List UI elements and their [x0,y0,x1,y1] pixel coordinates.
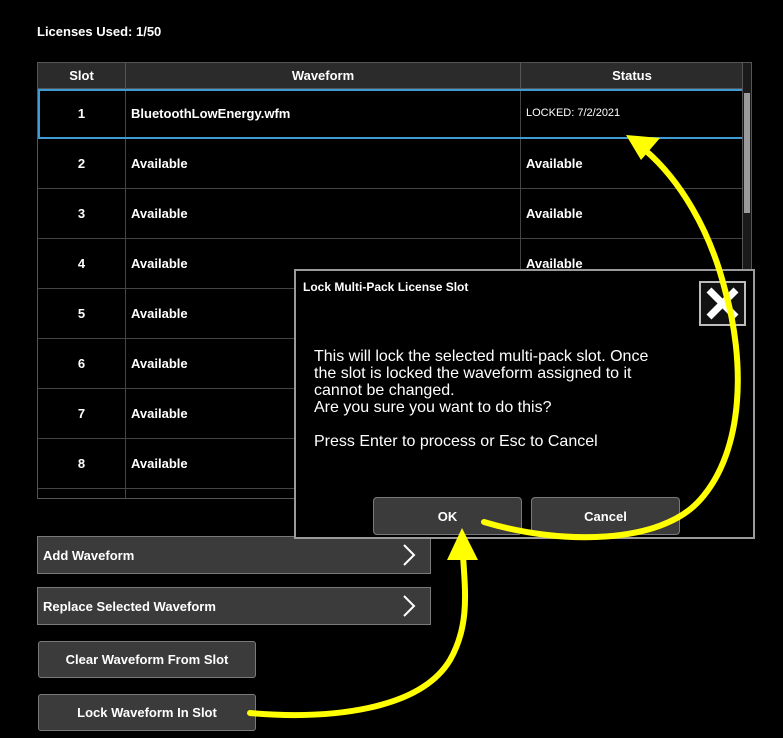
dialog-message-line: cannot be changed. [314,382,455,399]
slot-cell: 2 [38,139,126,188]
add-waveform-button[interactable]: Add Waveform [37,536,431,574]
close-x-icon [706,287,739,320]
replace-selected-waveform-button[interactable]: Replace Selected Waveform [37,587,431,625]
slot-cell: 1 [38,89,126,138]
header-slot[interactable]: Slot [38,63,126,89]
table-row[interactable]: 1 BluetoothLowEnergy.wfm LOCKED: 7/2/202… [38,89,744,139]
ok-button[interactable]: OK [373,497,522,535]
table-header: Slot Waveform Status [38,63,744,89]
dialog-message-line: the slot is locked the waveform assigned… [314,365,632,382]
licenses-used-label: Licenses Used: 1/50 [37,24,162,39]
waveform-cell: Available [126,139,521,188]
annotation-arrow-to-ok [247,552,469,718]
slot-cell: 7 [38,389,126,438]
waveform-cell: BluetoothLowEnergy.wfm [126,89,521,138]
chevron-right-icon [403,595,416,617]
dialog-message-line: Are you sure you want to do this? [314,399,552,416]
dialog-close-button[interactable] [699,281,746,326]
dialog-message-line: Press Enter to process or Esc to Cancel [314,433,598,450]
clear-waveform-button[interactable]: Clear Waveform From Slot [38,641,256,678]
dialog-message-line: This will lock the selected multi-pack s… [314,348,649,365]
lock-slot-dialog: Lock Multi-Pack License Slot This will l… [294,269,755,539]
lock-waveform-button[interactable]: Lock Waveform In Slot [38,694,256,731]
chevron-right-icon [403,544,416,566]
header-waveform[interactable]: Waveform [126,63,521,89]
scrollbar-thumb[interactable] [744,93,750,213]
slot-cell: 6 [38,339,126,388]
dialog-title: Lock Multi-Pack License Slot [303,280,469,294]
table-row[interactable]: 2 Available Available [38,139,744,189]
replace-selected-label: Replace Selected Waveform [43,598,216,614]
status-cell: LOCKED: 7/2/2021 [521,89,744,138]
slot-cell: 8 [38,439,126,488]
slot-cell: 5 [38,289,126,338]
slot-cell [38,489,126,498]
table-row[interactable]: 3 Available Available [38,189,744,239]
header-status[interactable]: Status [521,63,744,89]
slot-cell: 3 [38,189,126,238]
waveform-cell: Available [126,189,521,238]
status-cell: Available [521,189,744,238]
status-cell: Available [521,139,744,188]
add-waveform-label: Add Waveform [43,547,135,563]
slot-cell: 4 [38,239,126,288]
cancel-button[interactable]: Cancel [531,497,680,535]
dialog-message: This will lock the selected multi-pack s… [314,348,734,450]
